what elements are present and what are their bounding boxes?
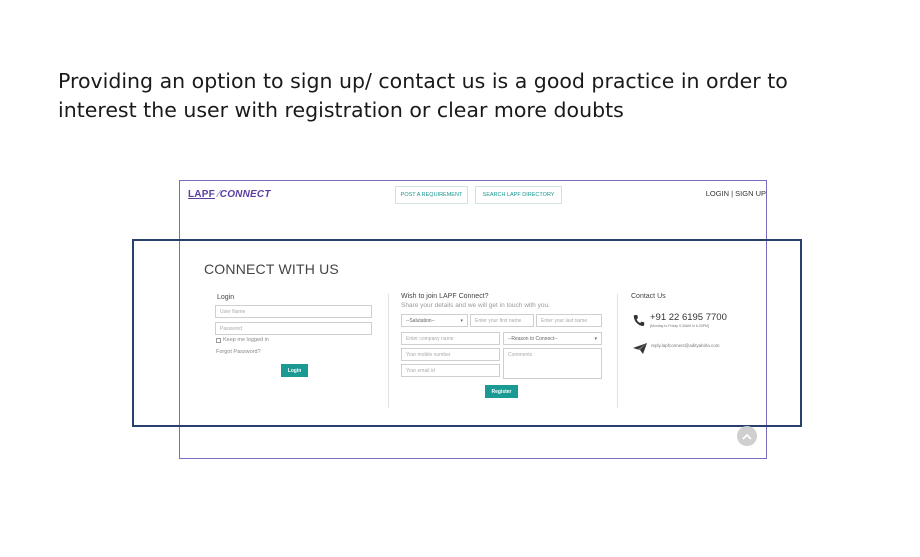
slide-caption: Providing an option to sign up/ contact … [58,67,878,125]
scroll-to-top-button[interactable] [737,426,757,446]
post-requirement-button[interactable]: POST A REQUIREMENT [395,186,468,204]
caption-line-1: Providing an option to sign up/ contact … [58,69,788,93]
logo-lapf-text: LAPF [188,189,215,200]
site-logo[interactable]: LAPF ⁄CONNECT [188,189,271,200]
highlight-box [132,239,802,427]
caption-line-2: interest the user with registration or c… [58,98,624,122]
chevron-up-icon [742,433,752,440]
login-signup-link[interactable]: LOGIN | SIGN UP [700,189,766,198]
search-directory-button[interactable]: SEARCH LAPF DIRECTORY [475,186,562,204]
logo-connect-text: CONNECT [219,189,271,200]
